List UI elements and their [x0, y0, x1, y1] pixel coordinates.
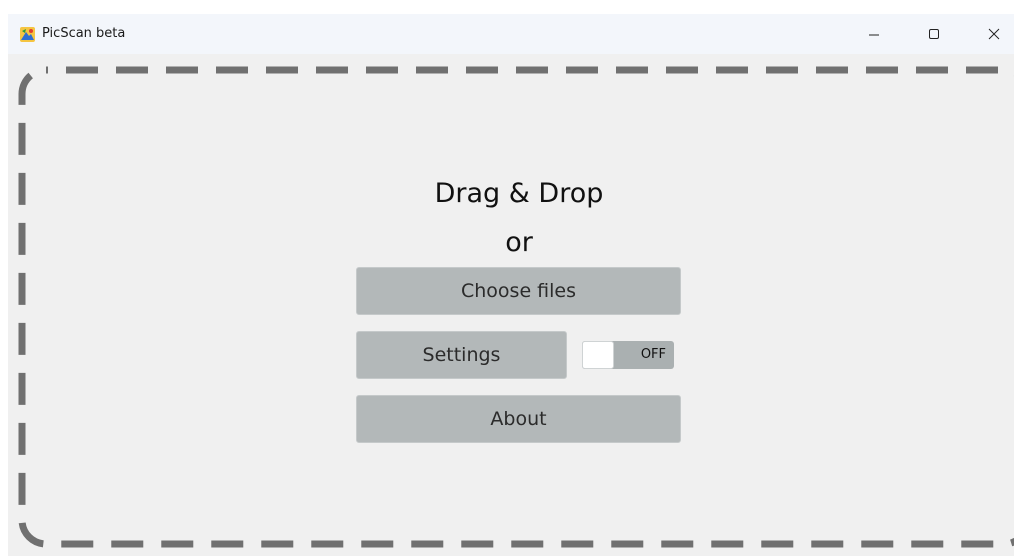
close-icon: [988, 28, 1000, 40]
minimize-button[interactable]: [851, 14, 897, 54]
minimize-icon: [869, 34, 879, 36]
about-button[interactable]: About: [356, 395, 681, 443]
settings-button[interactable]: Settings: [356, 331, 567, 379]
or-separator: or: [505, 227, 533, 258]
close-button[interactable]: [971, 14, 1014, 54]
maximize-button[interactable]: [911, 14, 957, 54]
maximize-icon: [929, 29, 939, 39]
choose-files-button[interactable]: Choose files: [356, 267, 681, 315]
app-logo-icon: [20, 27, 35, 42]
toggle-state-label: OFF: [640, 347, 666, 362]
app-window: PicScan beta Drag & Drop or Choose files…: [8, 14, 1014, 556]
drag-drop-heading: Drag & Drop: [434, 178, 604, 209]
window-title: PicScan beta: [42, 26, 126, 41]
toggle-knob[interactable]: [582, 341, 614, 369]
title-bar[interactable]: PicScan beta: [8, 14, 1014, 54]
settings-toggle[interactable]: OFF: [582, 341, 674, 369]
